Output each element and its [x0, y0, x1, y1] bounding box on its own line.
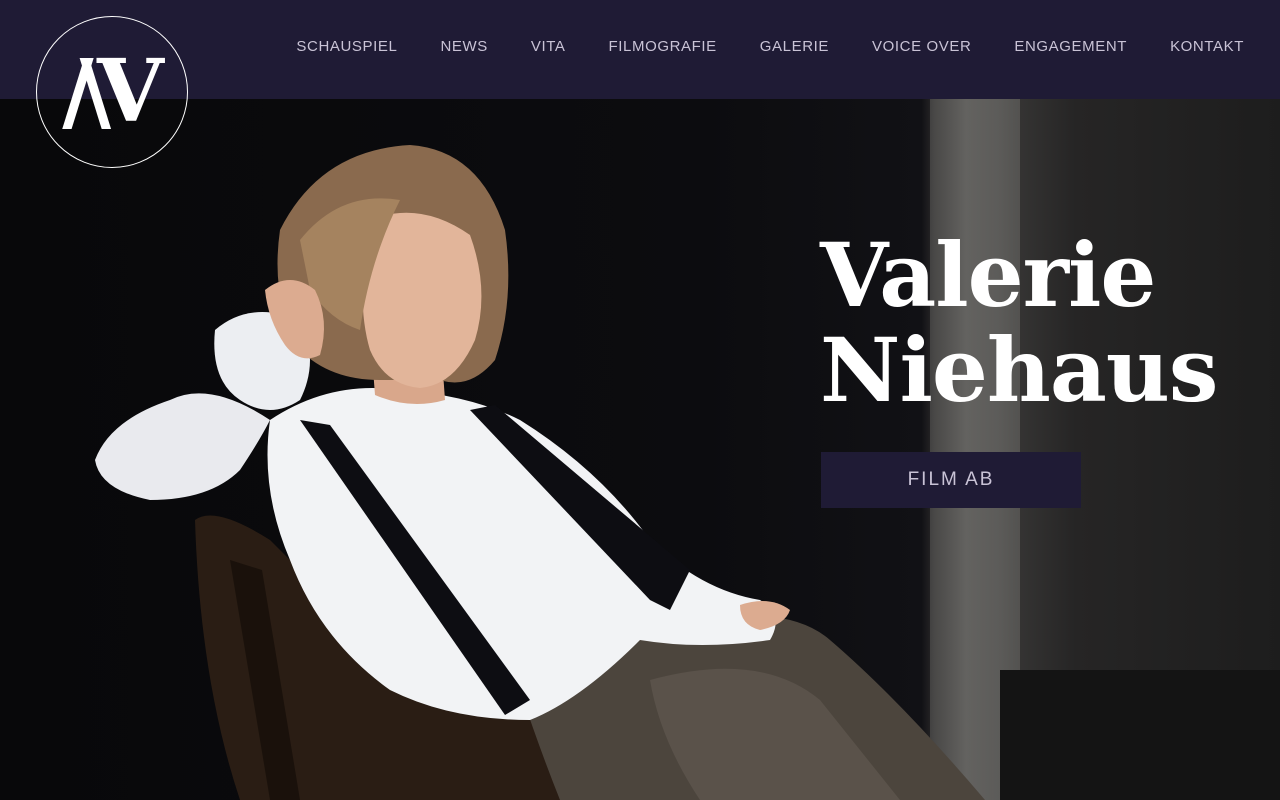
- nav-item-schauspiel[interactable]: SCHAUSPIEL: [296, 38, 397, 55]
- site-logo[interactable]: /\V: [36, 16, 188, 168]
- hero-last-name: Niehaus: [820, 318, 1218, 422]
- film-ab-button[interactable]: FILM AB: [821, 452, 1081, 508]
- top-navbar: SCHAUSPIEL NEWS VITA FILMOGRAFIE GALERIE…: [0, 0, 1280, 99]
- nav-item-engagement[interactable]: ENGAGEMENT: [1014, 38, 1127, 55]
- main-nav: SCHAUSPIEL NEWS VITA FILMOGRAFIE GALERIE…: [296, 38, 1244, 55]
- nav-item-news[interactable]: NEWS: [440, 38, 487, 55]
- nav-item-kontakt[interactable]: KONTAKT: [1170, 38, 1244, 55]
- vn-monogram-icon: /\V: [62, 41, 163, 142]
- hero-title: Valerie Niehaus: [820, 223, 1218, 422]
- nav-item-galerie[interactable]: GALERIE: [760, 38, 829, 55]
- nav-item-voice-over[interactable]: VOICE OVER: [872, 38, 971, 55]
- hero-first-name: Valerie: [820, 223, 1156, 327]
- nav-item-vita[interactable]: VITA: [531, 38, 566, 55]
- nav-item-filmografie[interactable]: FILMOGRAFIE: [609, 38, 717, 55]
- hero-section: Valerie Niehaus FILM AB: [0, 0, 1280, 800]
